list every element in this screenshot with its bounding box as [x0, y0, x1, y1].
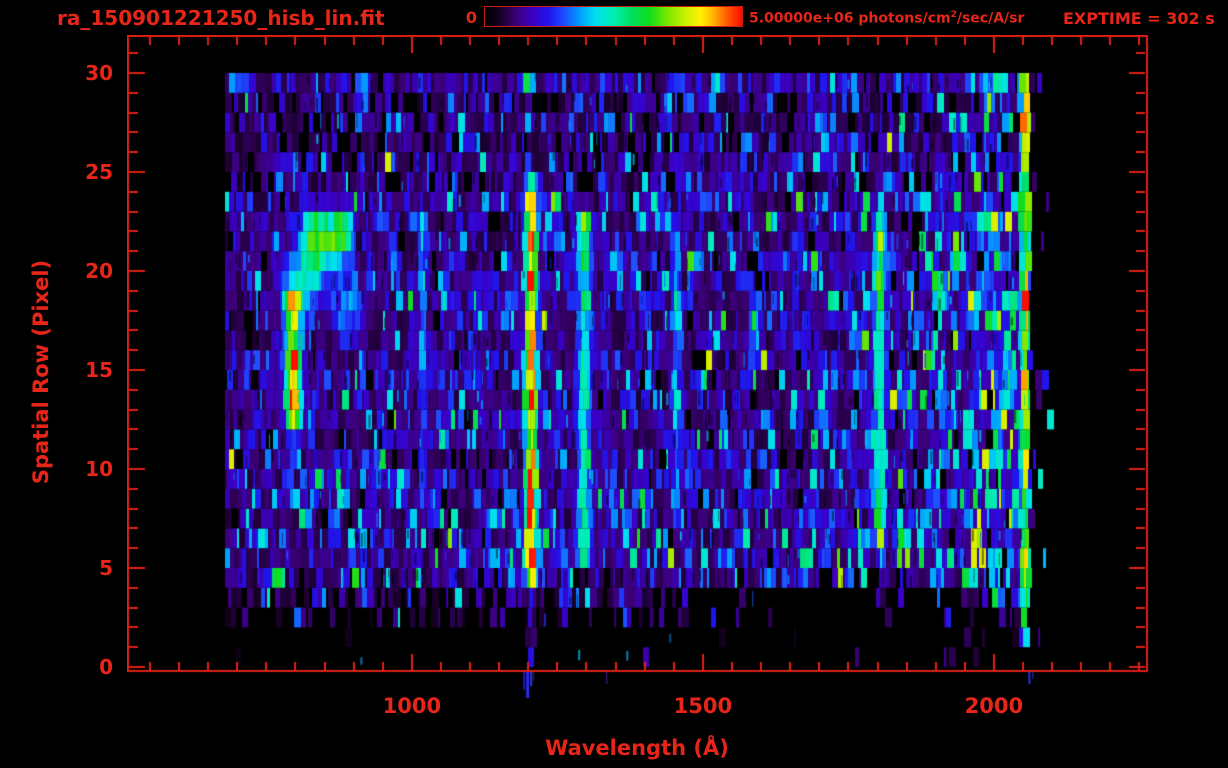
page-title: ra_150901221250_hisb_lin.fit	[57, 6, 385, 30]
y-tick-label: 20	[85, 259, 113, 283]
x-tick-label: 1000	[382, 694, 442, 718]
colorbar-units-suffix: /sec/A/sr	[956, 10, 1025, 27]
x-tick-label: 1500	[673, 694, 733, 718]
y-tick-label: 30	[85, 61, 113, 85]
colorbar-units: photons/cm	[853, 10, 951, 27]
y-tick-label: 25	[85, 160, 113, 184]
colorbar	[484, 6, 743, 27]
y-tick-label: 15	[85, 358, 113, 382]
y-axis-title: Spatial Row (Pixel)	[29, 259, 53, 485]
colorbar-gradient	[485, 7, 742, 26]
spectral-heatmap-canvas	[127, 35, 1149, 700]
y-tick-label: 10	[85, 457, 113, 481]
y-tick-label: 0	[99, 655, 113, 679]
colorbar-max-value: 5.00000e+06	[749, 10, 854, 27]
x-tick-label: 2000	[964, 694, 1024, 718]
exptime-label: EXPTIME = 302 s	[1063, 9, 1215, 28]
colorbar-max-label: 5.00000e+06 photons/cm2/sec/A/sr	[749, 10, 1024, 27]
y-tick-label: 5	[99, 556, 113, 580]
colorbar-min-label: 0	[465, 8, 477, 27]
x-axis-title: Wavelength (Å)	[545, 736, 729, 760]
